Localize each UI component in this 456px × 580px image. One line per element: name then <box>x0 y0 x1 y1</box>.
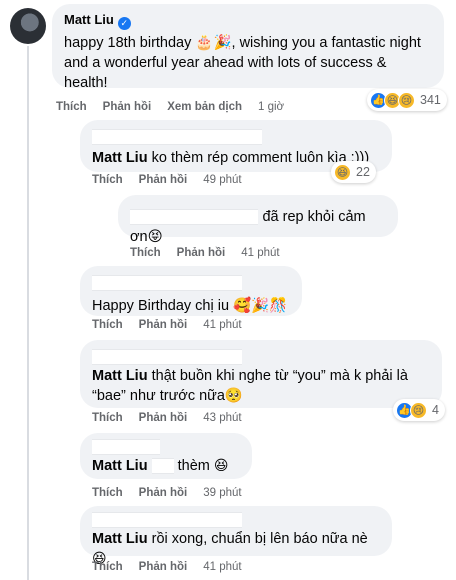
like-button[interactable]: Thích <box>92 487 123 499</box>
reply-bubble: Matt Liu thật buồn khi nghe từ “you” mà … <box>80 340 442 408</box>
reply-text: Matt Liu thèm 😆 <box>92 458 229 475</box>
like-button[interactable]: Thích <box>130 247 161 259</box>
reply-time[interactable]: 41 phút <box>203 319 241 331</box>
reply-text: Matt Liu thật buồn khi nghe từ “you” mà … <box>92 368 408 404</box>
laughing-emoji-icon: 😆 <box>213 458 229 474</box>
reply-time[interactable]: 49 phút <box>203 174 241 186</box>
reaction-summary[interactable]: 👍 😢 4 <box>393 399 445 421</box>
like-button[interactable]: Thích <box>92 561 123 573</box>
reaction-count: 341 <box>420 93 441 107</box>
sad-reaction-icon: 😢 <box>398 91 415 109</box>
redacted-author <box>92 348 242 365</box>
reply-text: Happy Birthday chị iu 🥰🎉🎊 <box>92 298 288 314</box>
like-button[interactable]: Thích <box>92 412 123 424</box>
translate-button[interactable]: Xem bản dịch <box>167 101 242 113</box>
comment-bubble: Matt Liu ✓ happy 18th birthday 🎂🎉, wishin… <box>52 4 444 91</box>
reply-button[interactable]: Phản hồi <box>139 174 188 186</box>
reply-button[interactable]: Phản hồi <box>139 412 188 424</box>
reply-bubble: Matt Liu rồi xong, chuẩn bị lên báo nữa … <box>80 506 392 567</box>
reply-time[interactable]: 41 phút <box>241 247 279 259</box>
comment-text: happy 18th birthday 🎂🎉, wishing you a fa… <box>64 35 421 91</box>
comment-author[interactable]: Matt Liu <box>64 12 114 27</box>
like-button[interactable]: Thích <box>92 319 123 331</box>
reaction-summary[interactable]: 😆 22 <box>331 161 376 183</box>
reaction-count: 22 <box>356 165 370 179</box>
avatar[interactable] <box>10 8 46 44</box>
mention-link[interactable]: Matt Liu <box>92 150 148 166</box>
redacted-mention <box>151 458 174 475</box>
reply-actions: Thích Phản hồi 41 phút <box>130 247 280 259</box>
like-button[interactable]: Thích <box>92 174 123 186</box>
reply-actions: Thích Phản hồi 43 phút <box>92 412 242 424</box>
redacted-author <box>92 274 242 291</box>
comment-time[interactable]: 1 giờ <box>258 101 284 113</box>
reply-button[interactable]: Phản hồi <box>177 247 226 259</box>
mention-link[interactable]: Matt Liu <box>92 368 148 384</box>
reply-button[interactable]: Phản hồi <box>139 487 188 499</box>
redacted-author <box>92 128 262 145</box>
redacted-author <box>92 511 242 528</box>
haha-reaction-icon: 😆 <box>334 163 351 181</box>
reply-bubble: Happy Birthday chị iu 🥰🎉🎊 <box>80 266 302 316</box>
mention-link[interactable]: Matt Liu <box>92 458 148 474</box>
reaction-summary[interactable]: 👍 😆 😢 341 <box>367 89 447 111</box>
reply-time[interactable]: 43 phút <box>203 412 241 424</box>
reply-time[interactable]: 39 phút <box>203 487 241 499</box>
comment-actions: Thích Phản hồi Xem bản dịch 1 giờ <box>56 101 284 113</box>
reply-button[interactable]: Phản hồi <box>139 319 188 331</box>
reply-actions: Thích Phản hồi 41 phút <box>92 561 242 573</box>
mention-link[interactable]: Matt Liu <box>92 531 148 547</box>
verified-badge-icon: ✓ <box>117 17 131 30</box>
reply-time[interactable]: 41 phút <box>203 561 241 573</box>
reply-button[interactable]: Phản hồi <box>139 561 188 573</box>
reaction-count: 4 <box>432 403 439 417</box>
reply-actions: Thích Phản hồi 49 phút <box>92 174 242 186</box>
redacted-author <box>92 438 160 455</box>
reply-actions: Thích Phản hồi 39 phút <box>92 487 242 499</box>
reply-bubble: Matt Liu thèm 😆 <box>80 433 252 479</box>
like-button[interactable]: Thích <box>56 101 87 113</box>
reply-button[interactable]: Phản hồi <box>103 101 152 113</box>
thread-line <box>27 46 29 580</box>
reply-bubble: đã rep khỏi cảm ơn😝 <box>118 195 398 245</box>
redacted-author <box>130 209 258 225</box>
reply-actions: Thích Phản hồi 41 phút <box>92 319 242 331</box>
sad-reaction-icon: 😢 <box>410 401 427 419</box>
